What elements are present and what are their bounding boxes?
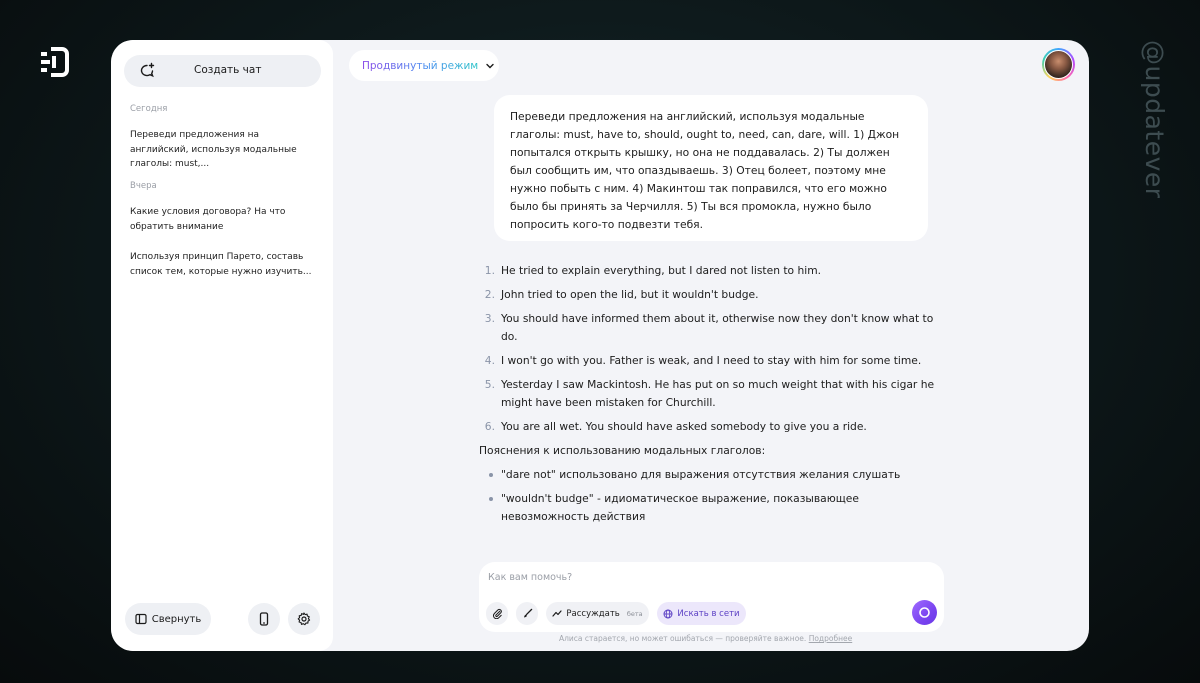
reasoning-icon	[552, 609, 562, 617]
explanation-list: "dare not" использовано для выражения от…	[479, 466, 949, 526]
more-link[interactable]: Подробнее	[809, 634, 853, 643]
alice-icon	[919, 607, 930, 618]
bullet-dot	[489, 497, 493, 501]
mode-label: Продвинутый режим	[362, 59, 479, 72]
new-chat-button[interactable]: Создать чат	[124, 55, 321, 87]
item-number: 4.	[484, 354, 495, 367]
paperclip-icon	[492, 608, 502, 619]
mode-selector[interactable]: Продвинутый режим	[349, 50, 499, 81]
history-item[interactable]: Какие условия договора? На что обратить …	[130, 205, 318, 234]
new-chat-label: Создать чат	[194, 64, 262, 76]
answer-item: 2. John tried to open the lid, but it wou…	[479, 286, 949, 304]
user-avatar[interactable]	[1042, 48, 1075, 81]
sidebar: Создать чат Сегодня Переведи предложения…	[111, 40, 333, 651]
answer-list: 1. He tried to explain everything, but I …	[479, 262, 949, 436]
think-label: Рассуждать	[566, 608, 620, 619]
assistant-answer: 1. He tried to explain everything, but I …	[479, 262, 949, 532]
settings-button[interactable]	[288, 603, 320, 635]
explanation-item: "dare not" использовано для выражения от…	[479, 466, 949, 484]
message-composer[interactable]: Как вам помочь? Рассуждать бета Искать в…	[479, 562, 944, 632]
disclaimer-text: Алиса старается, но может ошибаться — пр…	[559, 634, 807, 643]
history-item[interactable]: Используя принцип Парето, составь список…	[130, 250, 318, 279]
answer-item: 6. You are all wet. You should have asked…	[479, 418, 949, 436]
item-text: Yesterday I saw Mackintosh. He has put o…	[501, 378, 935, 409]
disclaimer: Алиса старается, но может ошибаться — пр…	[559, 634, 852, 643]
item-number: 3.	[484, 312, 495, 325]
answer-item: 3. You should have informed them about it…	[479, 310, 949, 346]
gear-icon	[297, 612, 311, 626]
search-label: Искать в сети	[677, 608, 740, 619]
attach-button[interactable]	[486, 602, 508, 625]
section-title-today: Сегодня	[130, 104, 168, 114]
chevron-down-icon	[486, 63, 494, 68]
section-title-yesterday: Вчера	[130, 181, 157, 191]
explanation-text: "wouldn't budge" - идиоматическое выраже…	[501, 492, 859, 523]
message-input[interactable]: Как вам помочь?	[488, 572, 572, 583]
item-text: I won't go with you. Father is weak, and…	[501, 354, 922, 367]
item-number: 6.	[484, 420, 495, 433]
explanation-item: "wouldn't budge" - идиоматическое выраже…	[479, 490, 949, 526]
think-button[interactable]: Рассуждать бета	[546, 602, 649, 625]
brush-icon	[523, 608, 532, 618]
item-text: He tried to explain everything, but I da…	[501, 264, 822, 277]
item-number: 2.	[484, 288, 495, 301]
item-text: John tried to open the lid, but it would…	[501, 288, 759, 301]
item-number: 5.	[484, 378, 495, 391]
draw-button[interactable]	[516, 602, 538, 625]
mobile-app-button[interactable]	[248, 603, 280, 635]
sidebar-panel-icon	[135, 613, 147, 625]
bullet-dot	[489, 473, 493, 477]
phone-icon	[259, 612, 269, 626]
item-number: 1.	[484, 264, 495, 277]
voice-assistant-button[interactable]	[912, 600, 937, 625]
app-window: Создать чат Сегодня Переведи предложения…	[111, 40, 1089, 651]
globe-icon	[663, 609, 673, 618]
answer-item: 4. I won't go with you. Father is weak, a…	[479, 352, 949, 370]
explanation-text: "dare not" использовано для выражения от…	[501, 468, 901, 481]
history-item[interactable]: Переведи предложения на английский, испо…	[130, 128, 318, 172]
explanation-title: Пояснения к использованию модальных глаг…	[479, 444, 766, 457]
answer-item: 1. He tried to explain everything, but I …	[479, 262, 949, 280]
new-chat-icon	[140, 62, 155, 78]
brand-logo-icon	[41, 47, 69, 77]
beta-badge: бета	[626, 609, 643, 618]
watermark: @updatever	[1140, 40, 1169, 199]
avatar-photo	[1044, 50, 1073, 79]
item-text: You are all wet. You should have asked s…	[501, 420, 867, 433]
collapse-label: Свернуть	[151, 613, 202, 625]
item-text: You should have informed them about it, …	[501, 312, 934, 343]
web-search-button[interactable]: Искать в сети	[657, 602, 746, 625]
answer-item: 5. Yesterday I saw Mackintosh. He has put…	[479, 376, 949, 412]
collapse-sidebar-button[interactable]: Свернуть	[125, 603, 211, 635]
user-message: Переведи предложения на английский, испо…	[494, 95, 928, 241]
